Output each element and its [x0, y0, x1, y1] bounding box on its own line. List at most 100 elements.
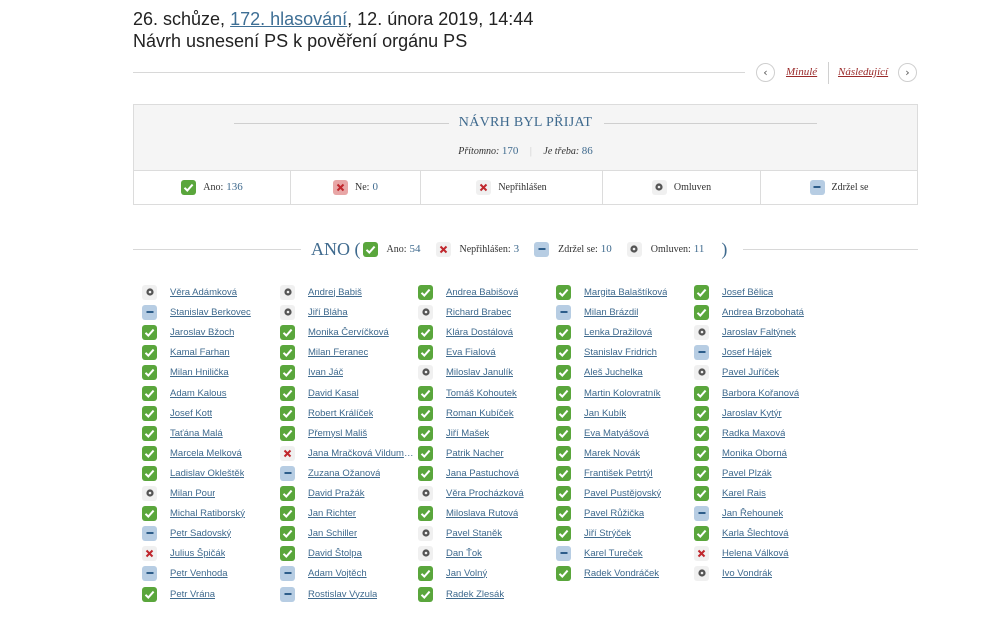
mp-name-link[interactable]: Jan Richter [308, 508, 356, 519]
mp-name-link[interactable]: Věra Procházková [446, 488, 524, 499]
mp-name-link[interactable]: Petr Sadovský [170, 528, 231, 539]
result-title: NÁVRH BYL PŘIJAT [458, 115, 593, 130]
mp-name-link[interactable]: Ivan Jáč [308, 367, 343, 378]
mp-name-link[interactable]: Josef Hájek [722, 347, 772, 358]
mp-name-link[interactable]: Ivo Vondrák [722, 568, 772, 579]
filter-zdrzel[interactable]: Zdržel se: 10 [534, 241, 612, 257]
mp-name-link[interactable]: Jaroslav Kytýr [722, 408, 782, 419]
mp-name-link[interactable]: Monika Červíčková [308, 327, 389, 338]
mp-name-link[interactable]: Margita Balaštíková [584, 287, 667, 298]
mp-name-link[interactable]: Michal Ratiborský [170, 508, 245, 519]
check-icon [418, 465, 433, 481]
mp-name-link[interactable]: František Petrtýl [584, 468, 653, 479]
mp-name-link[interactable]: Roman Kubíček [446, 408, 514, 419]
mp-name-link[interactable]: Adam Vojtěch [308, 568, 367, 579]
mp-name-link[interactable]: Radka Maxová [722, 428, 785, 439]
mp-name-link[interactable]: Josef Bělica [722, 287, 773, 298]
mp-name-link[interactable]: Stanislav Berkovec [170, 307, 251, 318]
mp-name-link[interactable]: Andrea Babišová [446, 287, 518, 298]
mp-name-link[interactable]: Jiří Strýček [584, 528, 631, 539]
mp-name-link[interactable]: Jaroslav Faltýnek [722, 327, 796, 338]
mp-name-link[interactable]: Martin Kolovratník [584, 388, 661, 399]
mp-name-link[interactable]: Klára Dostálová [446, 327, 513, 338]
mp-vote-item: Ivo Vondrák [694, 565, 828, 581]
mp-name-link[interactable]: David Kasal [308, 388, 359, 399]
mp-name-link[interactable]: Karla Šlechtová [722, 528, 789, 539]
mp-name-link[interactable]: Karel Tureček [584, 548, 643, 559]
mp-name-link[interactable]: Jan Volný [446, 568, 487, 579]
next-vote-link[interactable]: Následující [838, 66, 888, 78]
mp-name-link[interactable]: Jana Pastuchová [446, 468, 519, 479]
mp-name-link[interactable]: Věra Adámková [170, 287, 237, 298]
check-icon [280, 344, 295, 360]
mp-name-link[interactable]: Přemysl Mališ [308, 428, 367, 439]
mp-name-link[interactable]: Jiří Mašek [446, 428, 489, 439]
mp-name-link[interactable]: Richard Brabec [446, 307, 511, 318]
mp-name-link[interactable]: Andrej Babiš [308, 287, 362, 298]
mp-name-link[interactable]: Barbora Kořanová [722, 388, 799, 399]
vote-number-link[interactable]: 172. hlasování [230, 9, 347, 29]
mp-name-link[interactable]: Miloslava Rutová [446, 508, 518, 519]
mp-name-link[interactable]: Zuzana Ožanová [308, 468, 380, 479]
filter-neprihlasen[interactable]: Nepřihlášen: 3 [435, 241, 519, 257]
mp-name-link[interactable]: Eva Fialová [446, 347, 496, 358]
tally-ano[interactable]: Ano: 136 [134, 170, 291, 204]
check-icon [694, 465, 709, 481]
mp-name-link[interactable]: Milan Hnilička [170, 367, 229, 378]
mp-name-link[interactable]: Milan Brázdil [584, 307, 638, 318]
mp-name-link[interactable]: Karel Rais [722, 488, 766, 499]
mp-name-link[interactable]: Rostislav Vyzula [308, 589, 377, 600]
mp-name-link[interactable]: Aleš Juchelka [584, 367, 643, 378]
mp-name-link[interactable]: Marek Novák [584, 448, 640, 459]
mp-name-link[interactable]: Radek Zlesák [446, 589, 504, 600]
mp-name-link[interactable]: Milan Feranec [308, 347, 368, 358]
tally-ne[interactable]: Ne: 0 [291, 170, 421, 204]
mp-name-link[interactable]: Pavel Pustějovský [584, 488, 661, 499]
mp-name-link[interactable]: Helena Válková [722, 548, 789, 559]
mp-vote-item: Zuzana Ožanová [280, 465, 414, 481]
tally-omluven[interactable]: Omluven [603, 170, 761, 204]
mp-name-link[interactable]: Tomáš Kohoutek [446, 388, 517, 399]
mp-name-link[interactable]: Dan Ťok [446, 548, 482, 559]
mp-name-link[interactable]: Jan Řehounek [722, 508, 783, 519]
mp-name-link[interactable]: Kamal Farhan [170, 347, 230, 358]
tally-neprihlasen[interactable]: Nepřihlášen [421, 170, 603, 204]
mp-name-link[interactable]: Pavel Staněk [446, 528, 502, 539]
mp-name-link[interactable]: Jaroslav Bžoch [170, 327, 234, 338]
mp-name-link[interactable]: Stanislav Fridrich [584, 347, 657, 358]
mp-name-link[interactable]: Pavel Plzák [722, 468, 772, 479]
mp-name-link[interactable]: Jiří Bláha [308, 307, 348, 318]
mp-name-link[interactable]: Josef Kott [170, 408, 212, 419]
mp-name-link[interactable]: Lenka Dražilová [584, 327, 652, 338]
next-arrow-icon[interactable]: › [898, 63, 917, 82]
mp-name-link[interactable]: Patrik Nacher [446, 448, 504, 459]
mp-name-link[interactable]: Pavel Růžička [584, 508, 644, 519]
mp-name-link[interactable]: Marcela Melková [170, 448, 242, 459]
mp-name-link[interactable]: Miloslav Janulík [446, 367, 513, 378]
mp-name-link[interactable]: Eva Matyášová [584, 428, 649, 439]
excused-icon [418, 485, 433, 501]
mp-name-link[interactable]: Monika Oborná [722, 448, 787, 459]
mp-name-link[interactable]: Taťána Malá [170, 428, 223, 439]
mp-name-link[interactable]: Robert Králíček [308, 408, 373, 419]
filter-omluven[interactable]: Omluven: 11 [626, 241, 704, 257]
mp-name-link[interactable]: Jan Kubík [584, 408, 626, 419]
mp-name-link[interactable]: David Pražák [308, 488, 365, 499]
mp-name-link[interactable]: Jana Mračková Vildumetzová [308, 448, 414, 459]
mp-name-link[interactable]: Julius Špičák [170, 548, 225, 559]
mp-name-link[interactable]: Adam Kalous [170, 388, 227, 399]
mp-name-link[interactable]: Radek Vondráček [584, 568, 659, 579]
mp-name-link[interactable]: Milan Pour [170, 488, 215, 499]
mp-name-link[interactable]: Pavel Juříček [722, 367, 779, 378]
prev-arrow-icon[interactable]: ‹ [756, 63, 775, 82]
tally-zdrzel[interactable]: Zdržel se [761, 170, 917, 204]
mp-name-link[interactable]: Andrea Brzobohatá [722, 307, 804, 318]
mp-vote-item: Roman Kubíček [418, 405, 552, 421]
filter-ano[interactable]: Ano: 54 [362, 241, 421, 257]
mp-name-link[interactable]: Petr Venhoda [170, 568, 228, 579]
prev-vote-link[interactable]: Minulé [786, 66, 817, 78]
mp-name-link[interactable]: Ladislav Okleštěk [170, 468, 244, 479]
mp-name-link[interactable]: David Štolpa [308, 548, 362, 559]
mp-name-link[interactable]: Jan Schiller [308, 528, 357, 539]
mp-name-link[interactable]: Petr Vrána [170, 589, 215, 600]
